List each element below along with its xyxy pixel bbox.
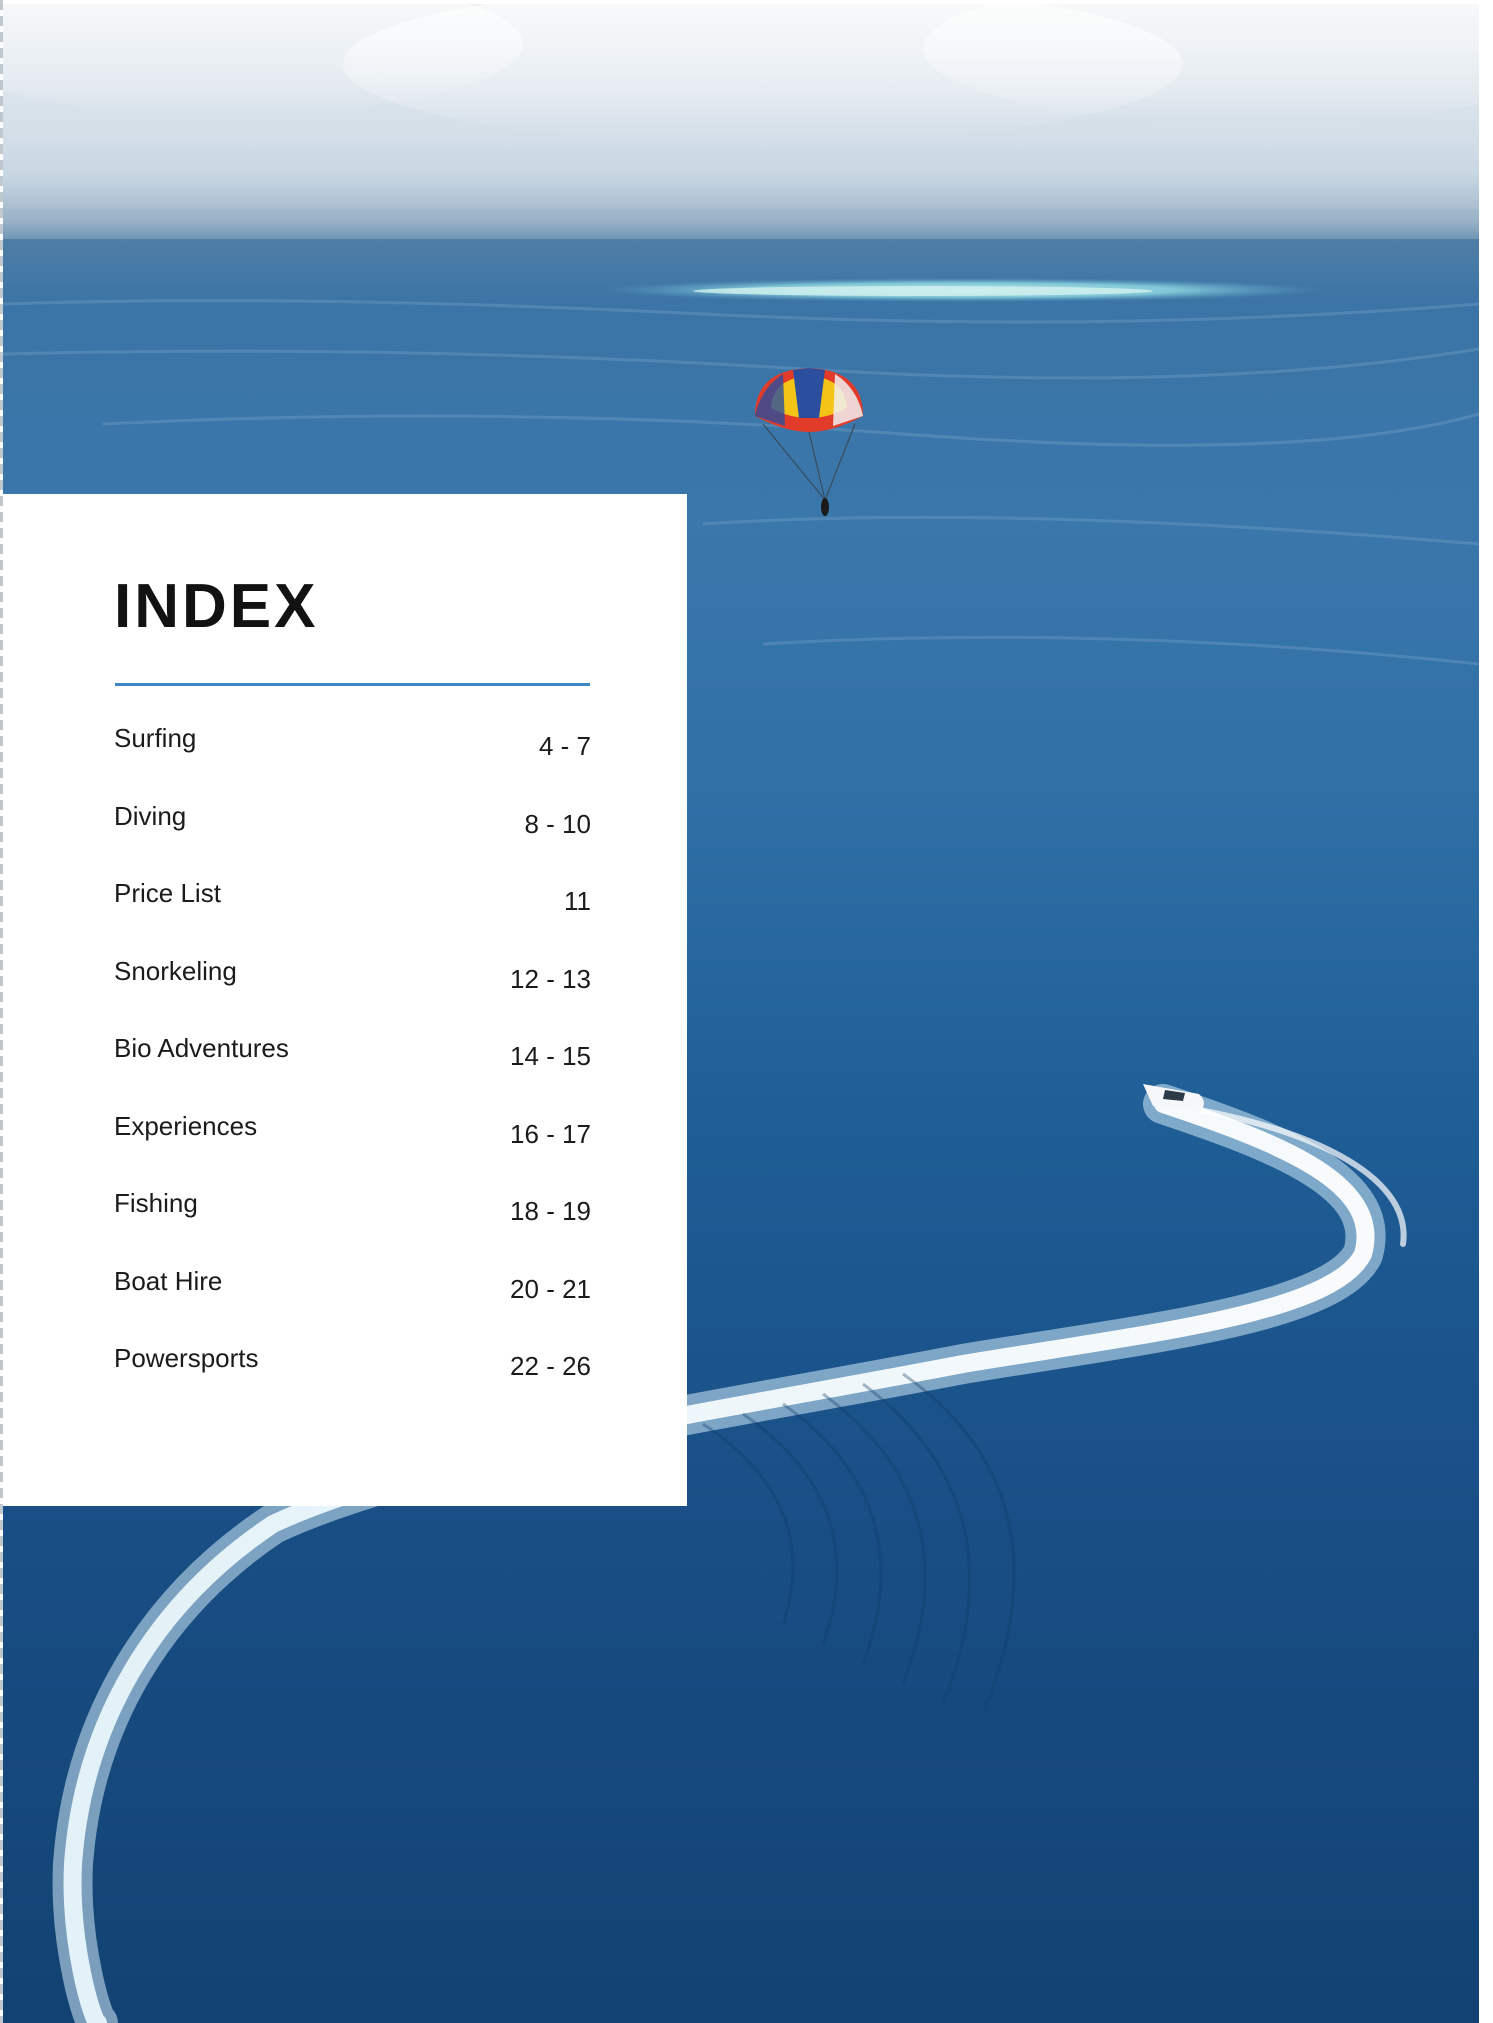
toc-item-pages: 11 xyxy=(564,886,591,916)
toc-item-pages: 12 - 13 xyxy=(510,963,591,994)
toc-item-fishing[interactable]: Fishing 18 - 19 xyxy=(114,1188,591,1266)
toc-item-label: Diving xyxy=(114,800,187,831)
toc-item-pages: 18 - 19 xyxy=(510,1196,591,1226)
toc-item-pages: 4 - 7 xyxy=(538,731,591,761)
index-panel: INDEX Surfing 4 - 7 Diving 8 - 10 Price … xyxy=(3,494,687,1506)
toc-item-surfing[interactable]: Surfing 4 - 7 xyxy=(114,723,591,801)
water-ripples xyxy=(702,1372,1016,1715)
toc-item-experiences[interactable]: Experiences 16 - 17 xyxy=(114,1111,591,1189)
parasail xyxy=(755,368,863,516)
brochure-page: INDEX Surfing 4 - 7 Diving 8 - 10 Price … xyxy=(0,0,1493,2023)
toc-item-price-list[interactable]: Price List 11 xyxy=(114,878,591,956)
toc-item-pages: 20 - 21 xyxy=(510,1273,591,1304)
toc-item-label: Boat Hire xyxy=(114,1265,223,1296)
page-binding-edge xyxy=(0,0,3,2023)
index-title: INDEX xyxy=(114,572,319,641)
title-divider xyxy=(115,683,590,686)
toc-item-label: Price List xyxy=(114,878,221,908)
sky-clouds xyxy=(3,4,1479,144)
toc-item-pages: 8 - 10 xyxy=(524,808,592,839)
toc-item-pages: 14 - 15 xyxy=(510,1041,591,1071)
toc-item-label: Experiences xyxy=(114,1110,258,1141)
table-of-contents: Surfing 4 - 7 Diving 8 - 10 Price List 1… xyxy=(114,723,591,1421)
toc-item-diving[interactable]: Diving 8 - 10 xyxy=(114,801,591,879)
toc-item-label: Fishing xyxy=(114,1188,198,1218)
toc-item-snorkeling[interactable]: Snorkeling 12 - 13 xyxy=(114,956,591,1034)
toc-item-powersports[interactable]: Powersports 22 - 26 xyxy=(114,1343,591,1421)
toc-item-pages: 22 - 26 xyxy=(510,1351,591,1381)
toc-item-label: Snorkeling xyxy=(114,955,237,986)
toc-item-bio-adventures[interactable]: Bio Adventures 14 - 15 xyxy=(114,1033,591,1111)
toc-item-pages: 16 - 17 xyxy=(510,1118,591,1149)
toc-item-boat-hire[interactable]: Boat Hire 20 - 21 xyxy=(114,1266,591,1344)
toc-item-label: Surfing xyxy=(114,723,197,753)
toc-item-label: Powersports xyxy=(114,1343,259,1373)
toc-item-label: Bio Adventures xyxy=(114,1033,289,1063)
